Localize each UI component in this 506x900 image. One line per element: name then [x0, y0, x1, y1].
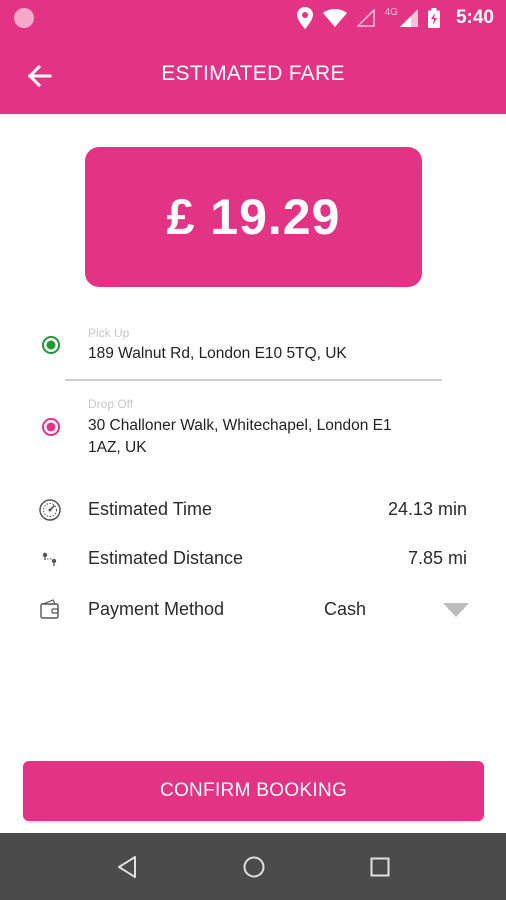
wallet-icon: [40, 599, 59, 619]
recents-square-icon[interactable]: [366, 853, 394, 881]
chevron-down-icon[interactable]: [443, 603, 469, 617]
status-icons: 4G 5:40: [296, 6, 494, 30]
location-icon: [296, 7, 313, 29]
dropoff-caption: Drop Off: [88, 397, 134, 411]
notification-dot-icon: [14, 8, 34, 28]
fare-card: £ 19.29: [85, 147, 422, 287]
fare-amount: £ 19.29: [166, 189, 341, 245]
pickup-marker-icon: [42, 336, 60, 354]
payment-method-row: Payment Method Cash: [0, 593, 506, 627]
speedometer-icon: [39, 499, 61, 521]
estimated-time-value: 24.13 min: [387, 499, 467, 519]
payment-method-value[interactable]: Cash: [324, 599, 366, 620]
estimated-time-label: Estimated Time: [88, 499, 213, 519]
dropoff-address-line-1: 30 Challoner Walk, Whitechapel, London E…: [88, 417, 392, 434]
app-bar: ESTIMATED FARE: [0, 36, 506, 114]
estimated-time-row: Estimated Time 24.13 min: [0, 493, 506, 527]
page-title: ESTIMATED FARE: [161, 62, 345, 85]
payment-method-label: Payment Method: [88, 599, 225, 619]
signal-icon: [399, 9, 418, 27]
battery-icon: [427, 8, 440, 28]
pickup-caption: Pick Up: [88, 326, 130, 340]
estimated-distance-value: 7.85 mi: [407, 548, 467, 568]
status-time: 5:40: [455, 7, 494, 28]
home-circle-icon[interactable]: [240, 853, 268, 881]
pickup-address[interactable]: 189 Walnut Rd, London E10 5TQ, UK: [88, 343, 347, 365]
location-divider: [65, 379, 442, 381]
status-bar: 4G 5:40: [0, 0, 506, 36]
estimated-distance-row: Estimated Distance 7.85 mi: [0, 542, 506, 576]
route-pins-icon: [42, 552, 57, 566]
confirm-booking-button[interactable]: CONFIRM BOOKING: [23, 761, 484, 821]
network-type-label: 4G: [384, 6, 398, 18]
signal-empty-icon: [356, 9, 375, 27]
dropoff-address[interactable]: 30 Challoner Walk, Whitechapel, London E…: [88, 415, 392, 459]
wifi-icon: [322, 9, 347, 27]
estimated-distance-label: Estimated Distance: [88, 548, 244, 568]
back-triangle-icon[interactable]: [113, 853, 141, 881]
dropoff-marker-icon: [42, 418, 60, 436]
dropoff-address-line-2: 1AZ, UK: [88, 439, 147, 456]
system-nav-bar: [0, 833, 506, 900]
